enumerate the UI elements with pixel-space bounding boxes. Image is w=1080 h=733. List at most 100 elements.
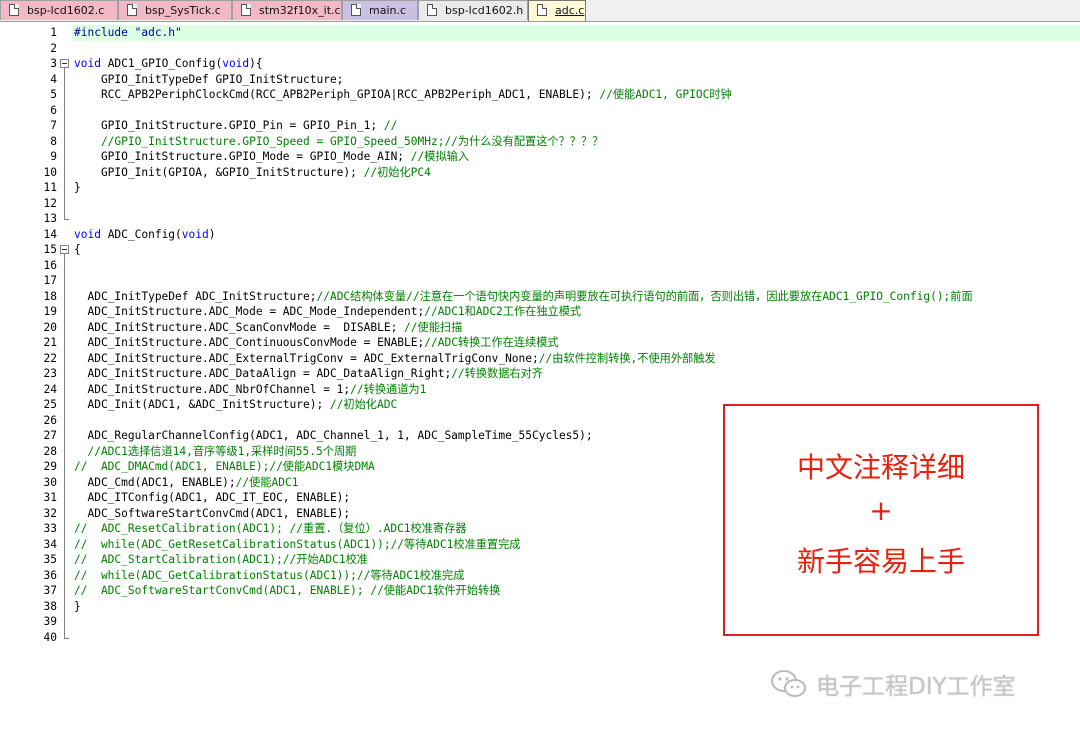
line-number: 19	[43, 305, 57, 318]
code-comment: // ADC_DMACmd(ADC1, ENABLE);//使能ADC1模块DM…	[74, 460, 375, 473]
tab-bsp-lcd1602-h[interactable]: bsp-lcd1602.h	[418, 0, 528, 20]
code-line[interactable]: ADC_InitStructure.ADC_Mode = ADC_Mode_In…	[72, 304, 581, 320]
code-line[interactable]: ADC_ITConfig(ADC1, ADC_IT_EOC, ENABLE);	[72, 490, 350, 506]
fold-toggle-icon[interactable]	[60, 245, 69, 254]
line-number: 28	[43, 444, 57, 458]
code-line[interactable]	[72, 273, 74, 289]
code-line[interactable]: ADC_InitStructure.ADC_ContinuousConvMode…	[72, 335, 558, 351]
tab-bsp-systick-c[interactable]: bsp_SysTick.c	[118, 0, 232, 20]
code-text: ADC_InitTypeDef ADC_InitStructure;	[74, 289, 317, 303]
line-number: 40	[43, 630, 57, 644]
code-text: ADC_InitStructure.ADC_ContinuousConvMode…	[74, 336, 425, 349]
tab-bsp-lcd1602-c[interactable]: bsp-lcd1602.c	[0, 0, 118, 20]
code-line[interactable]: //ADC1选择信道14,音序等级1,采样时间55.5个周期	[72, 444, 356, 460]
code-line[interactable]: void ADC1_GPIO_Config(void){	[72, 56, 263, 72]
tab-label: main.c	[369, 4, 407, 17]
code-line[interactable]: ADC_InitStructure.ADC_NbrOfChannel = 1;/…	[72, 382, 426, 398]
code-keyword: void	[74, 57, 101, 70]
line-number: 8	[50, 134, 57, 148]
line-number: 24	[43, 382, 57, 396]
line-number: 5	[50, 88, 57, 101]
line-number: 23	[43, 367, 57, 380]
code-line[interactable]	[72, 103, 74, 119]
line-number: 27	[43, 429, 57, 442]
code-line[interactable]: #include "adc.h"	[72, 25, 1080, 41]
code-line[interactable]: // ADC_DMACmd(ADC1, ENABLE);//使能ADC1模块DM…	[72, 459, 375, 475]
annotation-box: 中文注释详细 + 新手容易上手	[723, 404, 1039, 636]
code-line[interactable]	[72, 614, 74, 630]
line-number: 12	[43, 196, 57, 210]
code-comment: // ADC_ResetCalibration(ADC1); //重置.（复位）…	[74, 522, 467, 535]
code-line[interactable]: // while(ADC_GetResetCalibrationStatus(A…	[72, 537, 520, 553]
code-line[interactable]: // ADC_SoftwareStartConvCmd(ADC1, ENABLE…	[72, 583, 500, 599]
fold-guide	[64, 254, 65, 638]
code-keyword: void	[74, 227, 101, 241]
code-line[interactable]: void ADC_Config(void)	[72, 227, 215, 243]
line-number: 7	[50, 119, 57, 132]
code-line[interactable]: ADC_Init(ADC1, &ADC_InitStructure); //初始…	[72, 397, 397, 413]
file-icon	[9, 4, 19, 16]
code-comment: //初始化ADC	[329, 398, 398, 411]
annotation-plus: +	[869, 494, 893, 527]
code-line[interactable]: // ADC_ResetCalibration(ADC1); //重置.（复位）…	[72, 521, 466, 537]
code-line[interactable]: GPIO_Init(GPIOA, &GPIO_InitStructure); /…	[72, 165, 431, 181]
code-text: ){	[249, 57, 263, 70]
code-line[interactable]: }	[72, 599, 81, 615]
code-line[interactable]: GPIO_InitTypeDef GPIO_InitStructure;	[72, 72, 343, 88]
code-text: ADC_ITConfig(ADC1, ADC_IT_EOC, ENABLE);	[74, 491, 351, 504]
code-comment: //使能ADC1, GPIOC时钟	[599, 88, 732, 101]
code-comment: //由软件控制转换,不使用外部触发	[538, 351, 716, 365]
code-line[interactable]: ADC_InitTypeDef ADC_InitStructure;//ADC结…	[72, 289, 972, 305]
code-line[interactable]: // while(ADC_GetCalibrationStatus(ADC1))…	[72, 568, 464, 584]
code-comment: //使能扫描	[404, 320, 463, 334]
code-line[interactable]: ADC_RegularChannelConfig(ADC1, ADC_Chann…	[72, 428, 592, 444]
line-number: 13	[43, 212, 57, 225]
code-text: }	[74, 599, 81, 613]
annotation-line-2: 新手容易上手	[796, 545, 965, 578]
line-number: 38	[43, 599, 57, 613]
tab-main-c[interactable]: main.c	[342, 0, 418, 20]
editor-tab-bar: bsp-lcd1602.c bsp_SysTick.c stm32f10x_it.c…	[0, 0, 1080, 22]
code-line[interactable]: ADC_Cmd(ADC1, ENABLE);//使能ADC1	[72, 475, 298, 491]
code-line[interactable]: ADC_InitStructure.ADC_ExternalTrigConv =…	[72, 351, 716, 367]
line-number: 15	[43, 243, 57, 256]
code-text: ADC_Cmd(ADC1, ENABLE);	[74, 475, 236, 489]
code-text: )	[208, 227, 216, 241]
code-comment: // while(ADC_GetResetCalibrationStatus(A…	[74, 537, 521, 551]
code-line[interactable]: // ADC_StartCalibration(ADC1);//开始ADC1校准	[72, 552, 368, 568]
file-icon	[537, 4, 547, 16]
code-line[interactable]	[72, 630, 74, 646]
line-number: 36	[43, 568, 57, 582]
code-line[interactable]: {	[72, 242, 81, 258]
code-line[interactable]: ADC_InitStructure.ADC_ScanConvMode = DIS…	[72, 320, 462, 336]
code-line[interactable]	[72, 41, 74, 57]
file-icon	[427, 4, 437, 16]
fold-toggle-icon[interactable]	[60, 59, 69, 68]
code-comment: //ADC1和ADC2工作在独立模式	[424, 305, 582, 318]
line-number: 31	[43, 491, 57, 504]
code-keyword: void	[222, 57, 250, 70]
code-line[interactable]: }	[72, 180, 81, 196]
code-comment: //使能ADC1	[235, 475, 299, 489]
code-comment: //GPIO_InitStructure.GPIO_Speed = GPIO_S…	[74, 134, 604, 148]
wechat-icon	[771, 670, 806, 697]
code-line[interactable]: ADC_SoftwareStartConvCmd(ADC1, ENABLE);	[72, 506, 350, 522]
code-line[interactable]	[72, 196, 74, 212]
code-line[interactable]	[72, 258, 74, 274]
code-line[interactable]: GPIO_InitStructure.GPIO_Pin = GPIO_Pin_1…	[72, 118, 397, 134]
code-text: {	[74, 243, 81, 256]
fold-margin	[59, 22, 71, 733]
code-text: ADC_Config(	[100, 227, 182, 241]
line-number: 22	[43, 351, 57, 365]
code-line[interactable]: //GPIO_InitStructure.GPIO_Speed = GPIO_S…	[72, 134, 603, 150]
tab-adc-c[interactable]: adc.c	[528, 0, 586, 21]
code-line[interactable]	[72, 413, 74, 429]
code-line[interactable]	[72, 211, 74, 227]
tab-stm32f10x-it-c[interactable]: stm32f10x_it.c	[232, 0, 342, 20]
code-line[interactable]: RCC_APB2PeriphClockCmd(RCC_APB2Periph_GP…	[72, 87, 732, 103]
code-line[interactable]: ADC_InitStructure.ADC_DataAlign = ADC_Da…	[72, 366, 543, 382]
line-number: 6	[50, 103, 57, 117]
tab-label: adc.c	[555, 4, 585, 17]
code-line[interactable]: GPIO_InitStructure.GPIO_Mode = GPIO_Mode…	[72, 149, 469, 165]
code-comment: //ADC1选择信道14,音序等级1,采样时间55.5个周期	[74, 444, 357, 458]
